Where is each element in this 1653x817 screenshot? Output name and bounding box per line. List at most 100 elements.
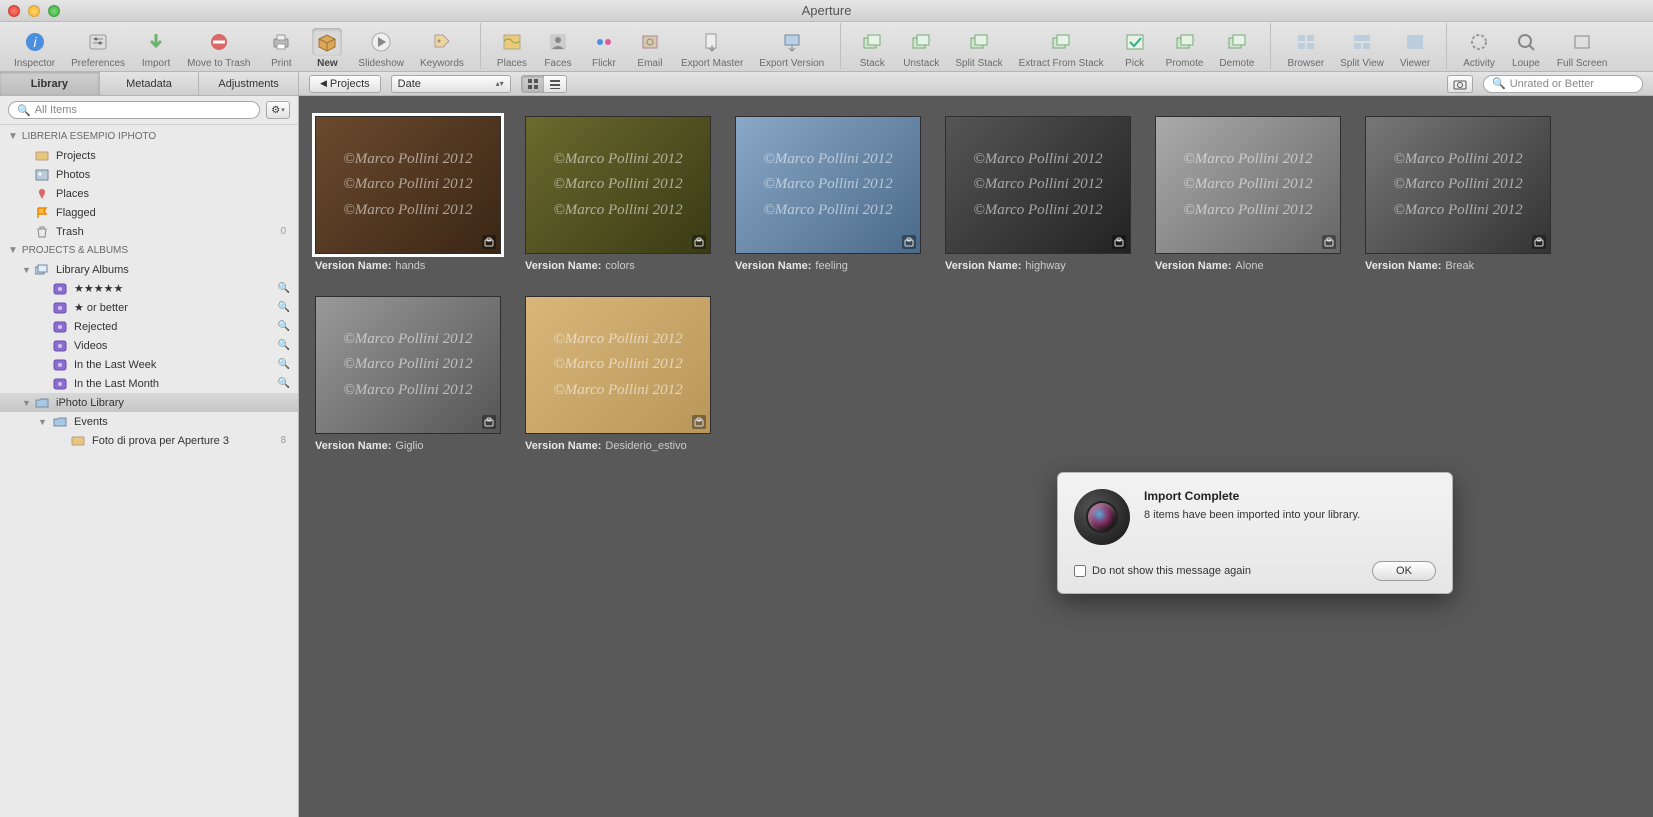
dialog-ok-button[interactable]: OK	[1372, 561, 1436, 581]
tree-item[interactable]: ★★★★★🔍	[0, 279, 298, 298]
caption-value: Desiderio_estivo	[605, 440, 686, 452]
tree-item[interactable]: ★ or better🔍	[0, 298, 298, 317]
flag-icon	[34, 206, 50, 220]
tree-item[interactable]: ▼Events	[0, 412, 298, 431]
tree-item[interactable]: ▼iPhoto Library	[0, 393, 298, 412]
metadata-badge-icon[interactable]	[482, 235, 496, 249]
tree-item[interactable]: Trash0	[0, 222, 298, 241]
disclosure-triangle-icon[interactable]: ▼	[8, 245, 18, 256]
disclosure-triangle-icon[interactable]: ▼	[8, 131, 18, 142]
search-icon[interactable]: 🔍	[278, 302, 290, 313]
import-button[interactable]: Import	[135, 28, 177, 69]
disclosure-triangle-icon[interactable]: ▼	[22, 398, 31, 408]
thumbnail[interactable]: ©Marco Pollini 2012©Marco Pollini 2012©M…	[735, 116, 921, 272]
tree-item[interactable]: Videos 🔍	[0, 336, 298, 355]
scope-button[interactable]: ◀ Projects	[309, 75, 381, 93]
thumbnail-caption: Version Name:Giglio	[315, 440, 501, 452]
thumbnail[interactable]: ©Marco Pollini 2012©Marco Pollini 2012©M…	[525, 296, 711, 452]
toolbar-label: Pick	[1125, 58, 1144, 69]
pin-icon	[34, 187, 50, 201]
tree-item[interactable]: Places	[0, 184, 298, 203]
toolbar-label: Browser	[1287, 58, 1324, 69]
activity-button[interactable]: Activity	[1457, 28, 1501, 69]
sidebar-action-button[interactable]: ⚙▾	[266, 101, 290, 119]
search-icon[interactable]: 🔍	[278, 340, 290, 351]
inspector-button[interactable]: iInspector	[8, 28, 61, 69]
disclosure-triangle-icon[interactable]: ▼	[38, 417, 47, 427]
metadata-badge-icon[interactable]	[1322, 235, 1336, 249]
check-icon	[1120, 28, 1150, 56]
unstack-button[interactable]: Unstack	[897, 28, 945, 69]
search-icon[interactable]: 🔍	[278, 378, 290, 389]
tree-section-heading[interactable]: ▼PROJECTS & ALBUMS	[0, 241, 298, 260]
sort-select[interactable]: Date ▴▾	[391, 75, 511, 93]
tree-item[interactable]: In the Last Week🔍	[0, 355, 298, 374]
split-view-button[interactable]: Split View	[1334, 28, 1390, 69]
print-button[interactable]: Print	[260, 28, 302, 69]
tree-item[interactable]: Rejected🔍	[0, 317, 298, 336]
export-master-button[interactable]: Export Master	[675, 28, 749, 69]
thumbnail-image: ©Marco Pollini 2012©Marco Pollini 2012©M…	[315, 116, 501, 254]
search-icon[interactable]: 🔍	[278, 359, 290, 370]
thumbnail[interactable]: ©Marco Pollini 2012©Marco Pollini 2012©M…	[315, 296, 501, 452]
tree-item[interactable]: Photos	[0, 165, 298, 184]
metadata-badge-icon[interactable]	[1112, 235, 1126, 249]
browser-button[interactable]: Browser	[1281, 28, 1330, 69]
demote-icon	[1222, 28, 1252, 56]
places-button[interactable]: Places	[491, 28, 533, 69]
preferences-button[interactable]: Preferences	[65, 28, 131, 69]
full-screen-button[interactable]: Full Screen	[1551, 28, 1614, 69]
pick-button[interactable]: Pick	[1114, 28, 1156, 69]
tree-item-label: Videos	[74, 340, 107, 352]
stack-button[interactable]: Stack	[851, 28, 893, 69]
metadata-badge-icon[interactable]	[902, 235, 916, 249]
email-button[interactable]: Email	[629, 28, 671, 69]
keywords-button[interactable]: Keywords	[414, 28, 470, 69]
dialog-suppress-checkbox[interactable]	[1074, 565, 1086, 577]
metadata-badge-icon[interactable]	[1532, 235, 1546, 249]
loupe-button[interactable]: Loupe	[1505, 28, 1547, 69]
metadata-badge-icon[interactable]	[692, 235, 706, 249]
thumbnail[interactable]: ©Marco Pollini 2012©Marco Pollini 2012©M…	[525, 116, 711, 272]
toolbar-separator	[840, 23, 841, 69]
tree-item[interactable]: Projects	[0, 146, 298, 165]
filter-hud-button[interactable]	[1447, 75, 1473, 93]
metadata-badge-icon[interactable]	[482, 415, 496, 429]
inspector-tab-adjustments[interactable]: Adjustments	[199, 72, 299, 95]
list-view-button[interactable]	[544, 76, 566, 92]
slideshow-button[interactable]: Slideshow	[352, 28, 410, 69]
inspector-tab-metadata[interactable]: Metadata	[100, 72, 200, 95]
tree-item[interactable]: In the Last Month 🔍	[0, 374, 298, 393]
tree-section-heading[interactable]: ▼LIBRERIA ESEMPIO IPHOTO	[0, 127, 298, 146]
flickr-button[interactable]: Flickr	[583, 28, 625, 69]
thumbnail[interactable]: ©Marco Pollini 2012©Marco Pollini 2012©M…	[945, 116, 1131, 272]
tree-item[interactable]: ▼Library Albums	[0, 260, 298, 279]
new-button[interactable]: New	[306, 28, 348, 69]
thumbnail[interactable]: ©Marco Pollini 2012©Marco Pollini 2012©M…	[315, 116, 501, 272]
move-to-trash-button[interactable]: Move to Trash	[181, 28, 256, 69]
grid-view-button[interactable]	[522, 76, 544, 92]
search-icon[interactable]: 🔍	[278, 321, 290, 332]
sidebar-search[interactable]: 🔍 All Items	[8, 101, 260, 119]
promote-button[interactable]: Promote	[1160, 28, 1210, 69]
export-version-button[interactable]: Export Version	[753, 28, 830, 69]
search-icon[interactable]: 🔍	[278, 283, 290, 294]
disclosure-triangle-icon[interactable]: ▼	[22, 265, 31, 275]
metadata-badge-icon[interactable]	[692, 415, 706, 429]
inspector-tab-library[interactable]: Library	[0, 72, 100, 95]
tree-item[interactable]: Flagged	[0, 203, 298, 222]
toolbar-label: Full Screen	[1557, 58, 1608, 69]
trash-icon	[34, 225, 50, 239]
dialog-suppress-label[interactable]: Do not show this message again	[1074, 565, 1251, 577]
demote-button[interactable]: Demote	[1213, 28, 1260, 69]
viewer-button[interactable]: Viewer	[1394, 28, 1436, 69]
extract-from-stack-button[interactable]: Extract From Stack	[1013, 28, 1110, 69]
split-stack-button[interactable]: Split Stack	[949, 28, 1008, 69]
thumbnail[interactable]: ©Marco Pollini 2012©Marco Pollini 2012©M…	[1155, 116, 1341, 272]
faces-button[interactable]: Faces	[537, 28, 579, 69]
tree-item[interactable]: Foto di prova per Aperture 38	[0, 431, 298, 450]
filter-search[interactable]: 🔍 Unrated or Better	[1483, 75, 1643, 93]
thumbnail[interactable]: ©Marco Pollini 2012©Marco Pollini 2012©M…	[1365, 116, 1551, 272]
tree-item-label: In the Last Month	[74, 378, 159, 390]
watermark-text: ©Marco Pollini 2012©Marco Pollini 2012©M…	[553, 327, 682, 404]
